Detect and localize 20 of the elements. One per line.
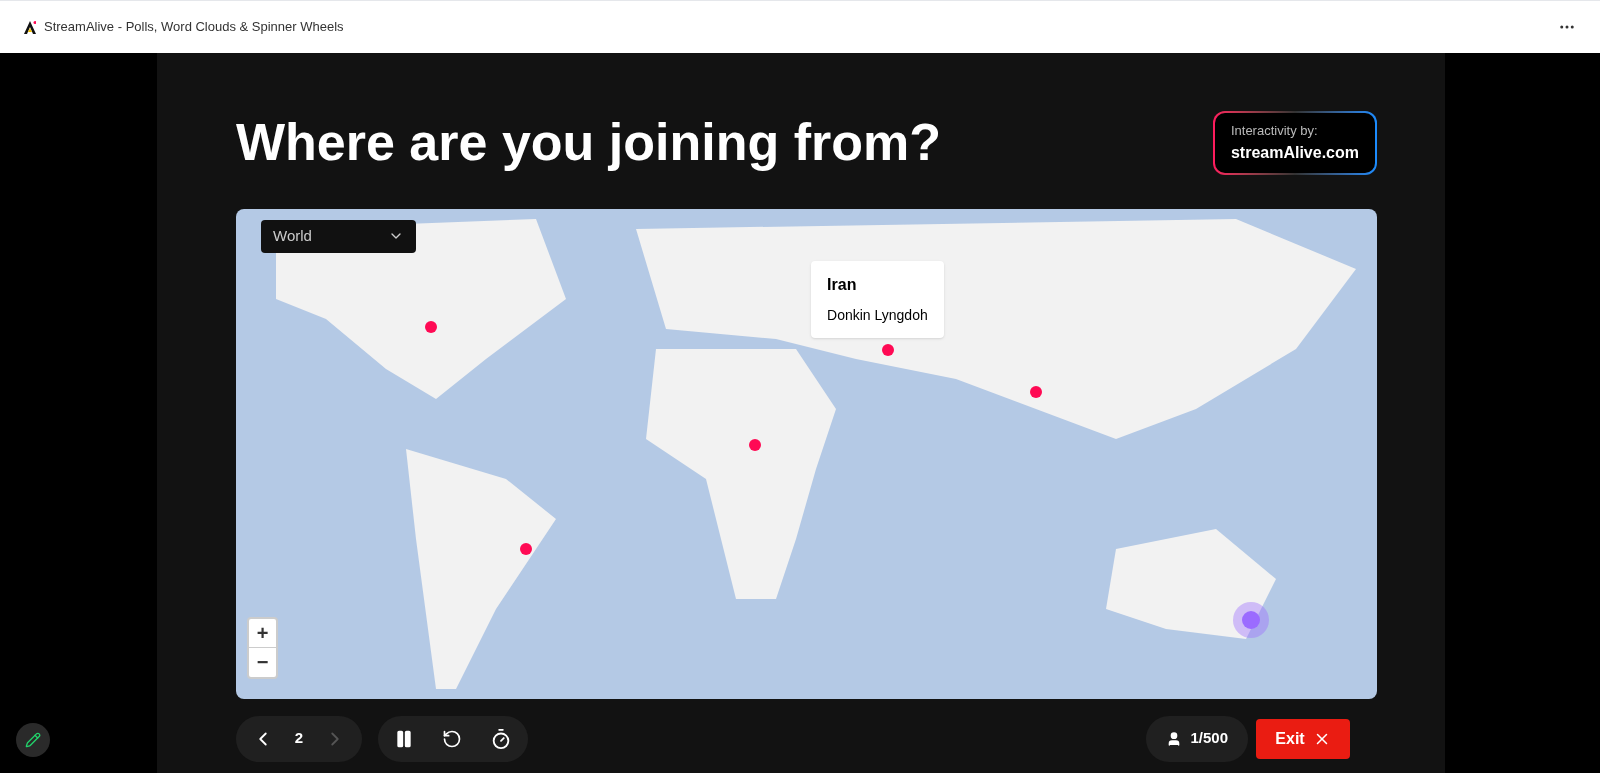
exit-button[interactable]: Exit xyxy=(1256,718,1350,759)
tooltip-name: Donkin Lyngdoh xyxy=(827,306,928,326)
zoom-out-button[interactable]: − xyxy=(249,647,276,677)
zoom-in-button[interactable]: + xyxy=(249,618,276,648)
edit-button[interactable] xyxy=(16,723,50,757)
brand-name: streamAlive.com xyxy=(1230,142,1359,163)
logo-icon xyxy=(24,20,36,34)
world-map[interactable]: World Iran Donkin Lyngdoh + − xyxy=(236,208,1377,699)
highlighted-pin[interactable] xyxy=(1233,602,1270,639)
badge-caption: Interactivity by: xyxy=(1230,122,1318,140)
tooltip-country: Iran xyxy=(827,275,858,296)
window-title: StreamAlive - Polls, Word Clouds & Spinner Wheels xyxy=(44,18,344,37)
question-heading: Where are you joining from? xyxy=(236,112,941,173)
region-select[interactable]: World xyxy=(261,219,416,253)
pencil-icon xyxy=(25,732,41,748)
timer-icon[interactable] xyxy=(490,727,512,750)
page-number: 2 xyxy=(293,728,305,749)
participant-count: 1/500 xyxy=(1190,728,1228,749)
restart-icon[interactable] xyxy=(442,728,462,749)
pause-icon[interactable] xyxy=(394,728,414,749)
